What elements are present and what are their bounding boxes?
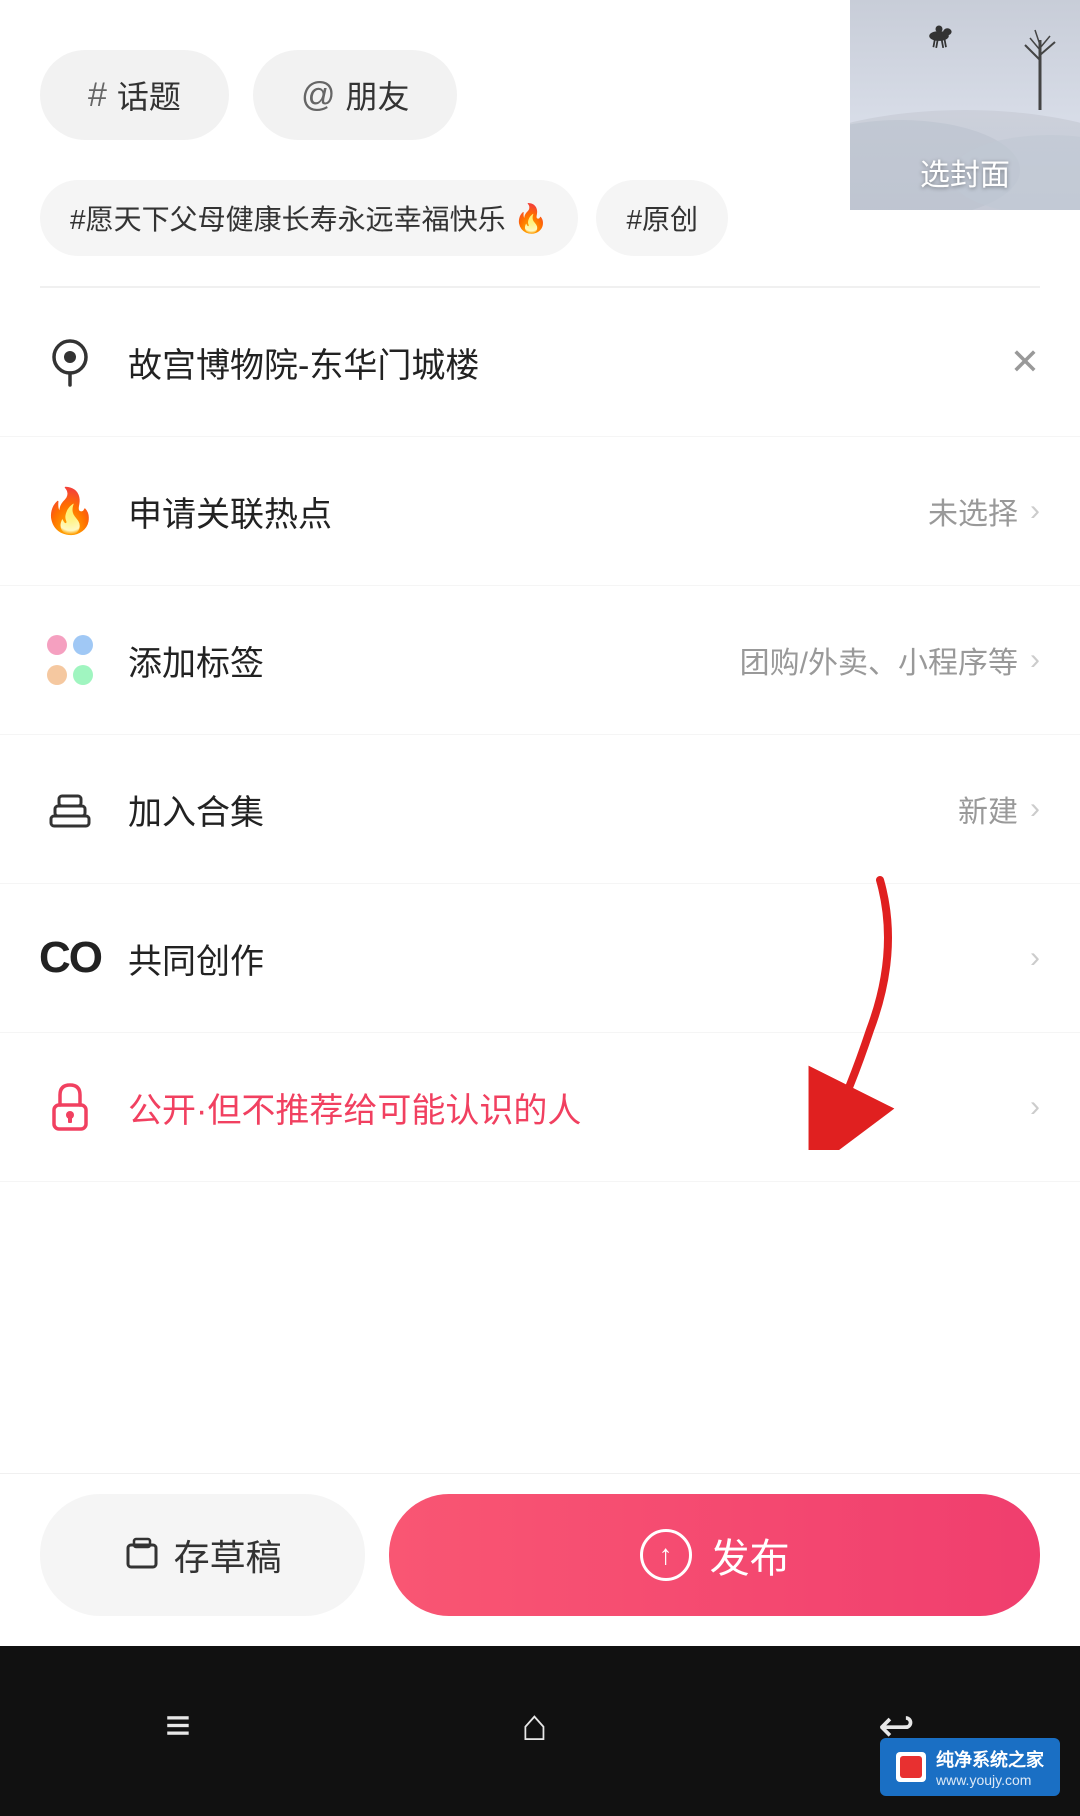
- location-row[interactable]: 故宫博物院-东华门城楼 ✕: [0, 288, 1080, 437]
- fire-emoji-1: 🔥: [514, 202, 549, 235]
- lock-red-icon: [48, 1081, 92, 1133]
- location-close-icon[interactable]: ✕: [1010, 341, 1040, 383]
- cover-label[interactable]: 选封面: [920, 150, 1010, 194]
- collection-icon-wrapper: [40, 779, 100, 839]
- tags-dots-icon: [43, 633, 97, 687]
- bottom-action-bar: 存草稿 ↑ 发布: [0, 1473, 1080, 1636]
- mention-label: 朋友: [345, 72, 409, 118]
- stack-icon: [45, 786, 95, 832]
- fire-icon-wrapper: 🔥: [40, 481, 100, 541]
- hot-topic-value: 未选择: [928, 489, 1018, 533]
- nav-menu-icon[interactable]: ≡: [165, 1701, 191, 1751]
- cover-image[interactable]: 选封面: [850, 0, 1080, 210]
- menu-section: 故宫博物院-东华门城楼 ✕ 🔥 申请关联热点 未选择 › 添加标签 团购/外卖、…: [0, 288, 1080, 1182]
- watermark-logo-inner: [900, 1756, 922, 1778]
- nav-home-icon[interactable]: ⌂: [521, 1701, 548, 1751]
- publish-up-icon: ↑: [640, 1529, 692, 1581]
- location-icon-wrapper: [40, 332, 100, 392]
- location-label: 故宫博物院-东华门城楼: [128, 338, 1010, 387]
- tags-value: 团购/外卖、小程序等: [740, 638, 1018, 682]
- co-create-chevron-icon: ›: [1030, 941, 1040, 975]
- co-icon: CO: [39, 933, 101, 983]
- top-buttons-area: # 话题 @ 朋友: [0, 0, 830, 170]
- tags-icon-wrapper: [40, 630, 100, 690]
- lock-icon-wrapper: [40, 1077, 100, 1137]
- hashtag-text-1: #愿天下父母健康长寿永远幸福快乐: [70, 198, 506, 238]
- at-symbol: @: [301, 76, 336, 115]
- privacy-label: 公开·但不推荐给可能认识的人: [128, 1083, 1030, 1132]
- mention-button[interactable]: @ 朋友: [253, 50, 458, 140]
- android-nav-bar: ≡ ⌂ ↩ 纯净系统之家 www.youjy.com: [0, 1646, 1080, 1816]
- watermark-logo: [896, 1752, 926, 1782]
- watermark-text: 纯净系统之家 www.youjy.com: [936, 1746, 1044, 1788]
- hashtag-label: 话题: [117, 72, 181, 118]
- draft-button[interactable]: 存草稿: [40, 1494, 365, 1616]
- tags-row[interactable]: 添加标签 团购/外卖、小程序等 ›: [0, 586, 1080, 735]
- hash-symbol: #: [88, 76, 107, 115]
- location-icon: [48, 337, 92, 387]
- publish-button[interactable]: ↑ 发布: [389, 1494, 1040, 1616]
- draft-icon: [124, 1537, 160, 1573]
- hashtag-button[interactable]: # 话题: [40, 50, 229, 140]
- privacy-chevron-icon: ›: [1030, 1090, 1040, 1124]
- hot-topic-chevron-icon: ›: [1030, 494, 1040, 528]
- privacy-row[interactable]: 公开·但不推荐给可能认识的人 ›: [0, 1033, 1080, 1182]
- draft-label: 存草稿: [174, 1529, 282, 1581]
- fire-icon: 🔥: [43, 485, 98, 537]
- hot-topic-label: 申请关联热点: [128, 487, 928, 536]
- collection-row[interactable]: 加入合集 新建 ›: [0, 735, 1080, 884]
- collection-label: 加入合集: [128, 785, 958, 834]
- hashtag-pill-1[interactable]: #愿天下父母健康长寿永远幸福快乐 🔥: [40, 180, 578, 256]
- collection-value: 新建: [958, 787, 1018, 831]
- tags-chevron-icon: ›: [1030, 643, 1040, 677]
- hot-topic-row[interactable]: 🔥 申请关联热点 未选择 ›: [0, 437, 1080, 586]
- publish-label: 发布: [710, 1526, 790, 1584]
- co-icon-wrapper: CO: [40, 928, 100, 988]
- tags-label: 添加标签: [128, 636, 740, 685]
- hashtag-text-2: #原创: [626, 198, 698, 238]
- collection-chevron-icon: ›: [1030, 792, 1040, 826]
- co-create-row[interactable]: CO 共同创作 ›: [0, 884, 1080, 1033]
- co-create-label: 共同创作: [128, 934, 1030, 983]
- hashtag-pill-2[interactable]: #原创: [596, 180, 728, 256]
- watermark-badge: 纯净系统之家 www.youjy.com: [880, 1738, 1060, 1796]
